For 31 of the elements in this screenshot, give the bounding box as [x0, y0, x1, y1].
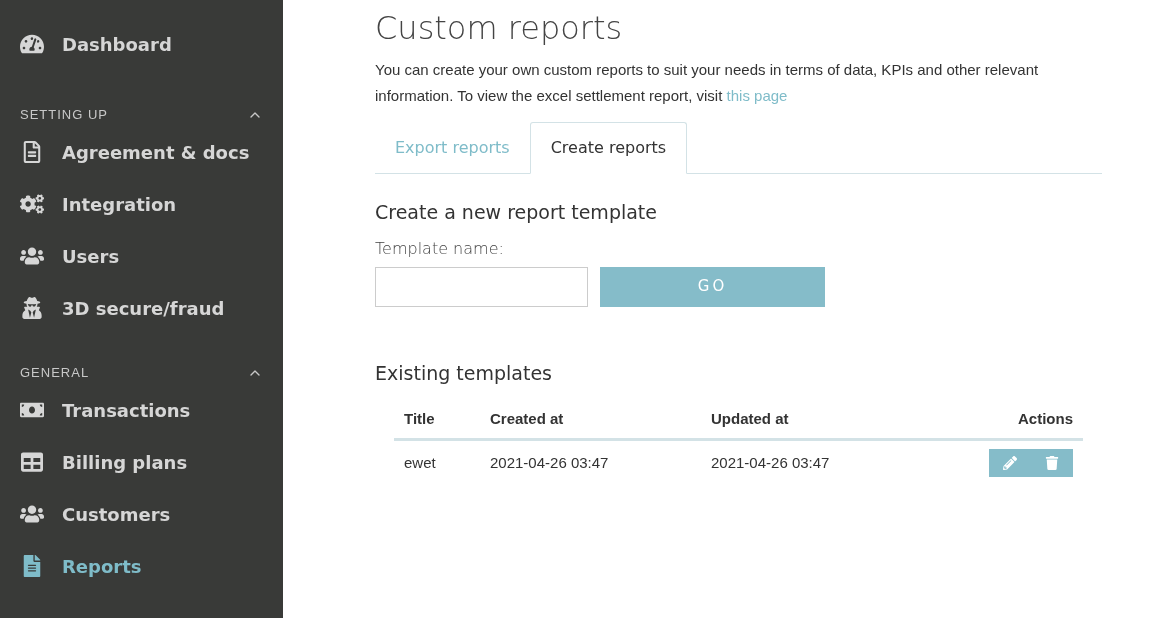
tab[interactable]: Create reports — [529, 122, 688, 174]
section-heading: Create a new report template — [375, 200, 658, 225]
table-icon — [20, 451, 44, 473]
nav-item[interactable]: 3D secure/fraud — [0, 282, 283, 334]
nav-item[interactable]: Integration — [0, 178, 283, 230]
nav-item[interactable]: Dashboard — [0, 18, 283, 70]
nav-item[interactable]: Users — [0, 230, 283, 282]
nav-item[interactable]: Agreement & docs — [0, 126, 283, 178]
table-cell: 2021-04-26 03:47 — [701, 439, 920, 485]
column-header: Created at — [480, 401, 701, 439]
table-cell: 2021-04-26 03:47 — [480, 439, 701, 485]
field-label: Template name: — [375, 237, 505, 260]
intro-text: You can create your own custom reports to suit your needs in terms of data, KPIs and other relevant information. To view the excel settlement report, visit this page — [375, 60, 1040, 106]
table-cell: ewet — [394, 439, 480, 485]
template-name-input[interactable] — [375, 266, 588, 307]
column-header: Actions — [919, 401, 1083, 439]
spy-icon — [20, 297, 44, 319]
nav-item[interactable]: Reports — [0, 540, 283, 592]
page-title: Custom reports — [375, 8, 624, 48]
section-label: GENERAL — [20, 364, 90, 383]
nav-item[interactable]: Billing plans — [0, 436, 283, 488]
people-icon — [20, 245, 44, 267]
gauge-icon — [20, 33, 44, 55]
section-heading: Existing templates — [375, 360, 553, 386]
people-icon — [20, 503, 44, 525]
column-header: Title — [394, 401, 480, 439]
section-label: SETTING UP — [20, 106, 108, 125]
nav-item[interactable]: Transactions — [0, 384, 283, 436]
gears-icon — [20, 193, 44, 215]
nav-item[interactable]: Customers — [0, 488, 283, 540]
column-header: Updated at — [701, 401, 920, 439]
